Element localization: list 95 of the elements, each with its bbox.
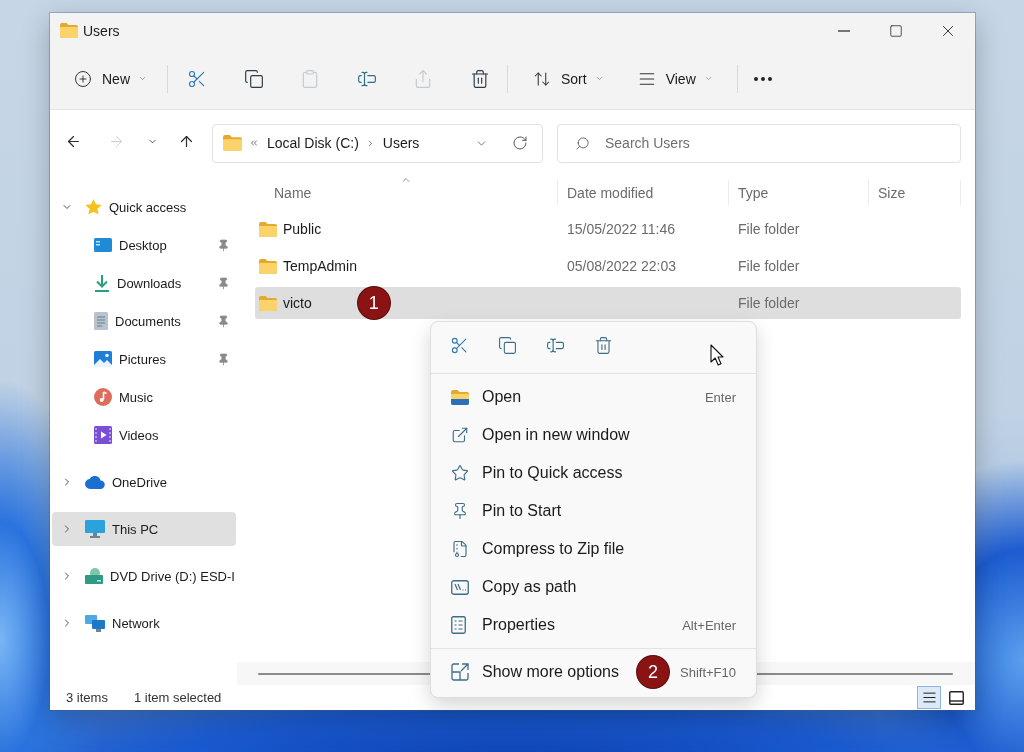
sidebar-item[interactable]: This PC bbox=[52, 512, 236, 546]
pin-icon bbox=[451, 502, 469, 520]
music-note-icon bbox=[94, 388, 112, 406]
step-badge: 1 bbox=[357, 287, 390, 319]
trash-icon bbox=[470, 68, 490, 89]
address-bar[interactable]: Local Disk (C:) Users bbox=[212, 123, 543, 163]
column-header[interactable]: Type bbox=[729, 180, 869, 205]
folder-icon bbox=[259, 221, 277, 237]
star-icon bbox=[85, 199, 102, 215]
caret-icon bbox=[594, 74, 604, 83]
plus-circle-icon bbox=[74, 69, 92, 88]
download-arrow-icon bbox=[94, 274, 110, 292]
monitor-icon bbox=[85, 520, 105, 538]
expand-icon bbox=[451, 663, 469, 681]
mouse-pointer-icon bbox=[710, 344, 724, 366]
shortcut-text: Alt+Enter bbox=[682, 617, 736, 633]
menu-item[interactable]: Open Enter bbox=[435, 378, 752, 416]
network-icon bbox=[85, 614, 105, 632]
date-modified: 05/08/2022 22:03 bbox=[567, 258, 676, 274]
search-field[interactable]: Search Users bbox=[557, 123, 961, 163]
menu-item[interactable]: Open in new window bbox=[435, 416, 752, 454]
search-icon bbox=[575, 135, 590, 151]
copy-icon bbox=[497, 336, 517, 355]
minimize-icon bbox=[838, 29, 850, 32]
file-row[interactable]: victo 1 File folder bbox=[255, 287, 961, 319]
scissors-icon bbox=[449, 336, 469, 355]
sort-button[interactable]: Sort bbox=[529, 60, 612, 97]
shortcut-text: Enter bbox=[704, 389, 736, 405]
item-count: 3 items bbox=[66, 690, 108, 705]
file-name: Public bbox=[283, 221, 322, 237]
properties-icon bbox=[451, 616, 466, 634]
menu-item[interactable]: Pin to Quick access bbox=[435, 454, 752, 492]
text-cursor-icon bbox=[545, 336, 565, 355]
file-name: victo bbox=[283, 295, 312, 311]
double-chevron-icon bbox=[249, 138, 259, 148]
sidebar-item[interactable]: Pictures bbox=[52, 342, 236, 376]
copy-icon bbox=[243, 68, 264, 89]
sidebar-item[interactable]: Documents bbox=[52, 304, 236, 338]
sidebar-item[interactable]: Network bbox=[52, 606, 236, 640]
sidebar-item[interactable]: OneDrive bbox=[52, 465, 236, 499]
sort-arrows-icon bbox=[533, 69, 551, 88]
date-modified: 15/05/2022 11:46 bbox=[567, 221, 675, 237]
menu-item[interactable]: Properties Alt+Enter bbox=[435, 606, 752, 644]
folder-icon bbox=[60, 23, 78, 38]
trash-icon bbox=[593, 336, 613, 355]
scissors-icon bbox=[187, 68, 207, 89]
menu-item[interactable]: Pin to Start bbox=[435, 492, 752, 530]
menu-item[interactable]: Copy as path bbox=[435, 568, 752, 606]
external-link-icon bbox=[451, 426, 469, 444]
refresh-icon[interactable] bbox=[512, 135, 528, 151]
disc-drive-icon bbox=[85, 568, 103, 584]
more-icon bbox=[753, 76, 772, 81]
sidebar-item[interactable]: Downloads bbox=[52, 266, 236, 300]
video-icon bbox=[94, 426, 112, 444]
menu-item[interactable]: Show more options 2 Shift+F10 bbox=[435, 653, 752, 691]
breadcrumb-item[interactable]: Local Disk (C:) bbox=[267, 133, 359, 153]
column-header[interactable]: Size bbox=[869, 180, 961, 205]
file-type: File folder bbox=[738, 221, 800, 237]
archive-icon bbox=[451, 540, 469, 558]
view-button[interactable]: View bbox=[633, 60, 721, 97]
cloud-icon bbox=[85, 475, 105, 489]
sidebar-item[interactable]: DVD Drive (D:) ESD-I bbox=[52, 559, 236, 593]
document-icon bbox=[94, 312, 108, 330]
folder-icon bbox=[259, 295, 277, 311]
file-name: TempAdmin bbox=[283, 258, 357, 274]
sidebar-item[interactable]: Music bbox=[52, 380, 236, 414]
column-header[interactable]: Name bbox=[255, 180, 558, 205]
sidebar-item[interactable]: Quick access bbox=[52, 190, 236, 224]
picture-icon bbox=[94, 351, 112, 367]
sidebar-item[interactable]: Videos bbox=[52, 418, 236, 452]
selection-count: 1 item selected bbox=[133, 690, 222, 705]
details-view-button[interactable] bbox=[917, 686, 941, 709]
file-row[interactable]: Public 15/05/2022 11:46 File folder bbox=[255, 213, 961, 245]
caret-icon bbox=[703, 74, 713, 83]
column-header[interactable]: Date modified bbox=[558, 180, 729, 205]
maximize-icon bbox=[889, 23, 903, 38]
file-row[interactable]: TempAdmin 05/08/2022 22:03 File folder bbox=[255, 250, 961, 282]
path-icon bbox=[451, 579, 469, 595]
folder-icon bbox=[259, 258, 277, 274]
star-icon bbox=[451, 464, 469, 482]
file-type: File folder bbox=[738, 295, 800, 311]
new-button[interactable]: New bbox=[70, 60, 155, 97]
square-icon bbox=[948, 690, 964, 705]
folder-icon bbox=[451, 389, 469, 405]
caret-icon bbox=[138, 74, 147, 83]
menu-item[interactable]: Compress to Zip file bbox=[435, 530, 752, 568]
sidebar-item[interactable]: Desktop bbox=[52, 228, 236, 262]
file-type: File folder bbox=[738, 258, 800, 274]
list-lines-icon bbox=[921, 690, 937, 705]
step-badge: 2 bbox=[636, 656, 669, 688]
breadcrumb-item[interactable]: Users bbox=[382, 133, 420, 153]
desktop-icon bbox=[94, 238, 112, 252]
window-title: Users bbox=[83, 22, 120, 39]
shortcut-text: Shift+F10 bbox=[680, 664, 736, 680]
folder-icon bbox=[223, 135, 242, 151]
